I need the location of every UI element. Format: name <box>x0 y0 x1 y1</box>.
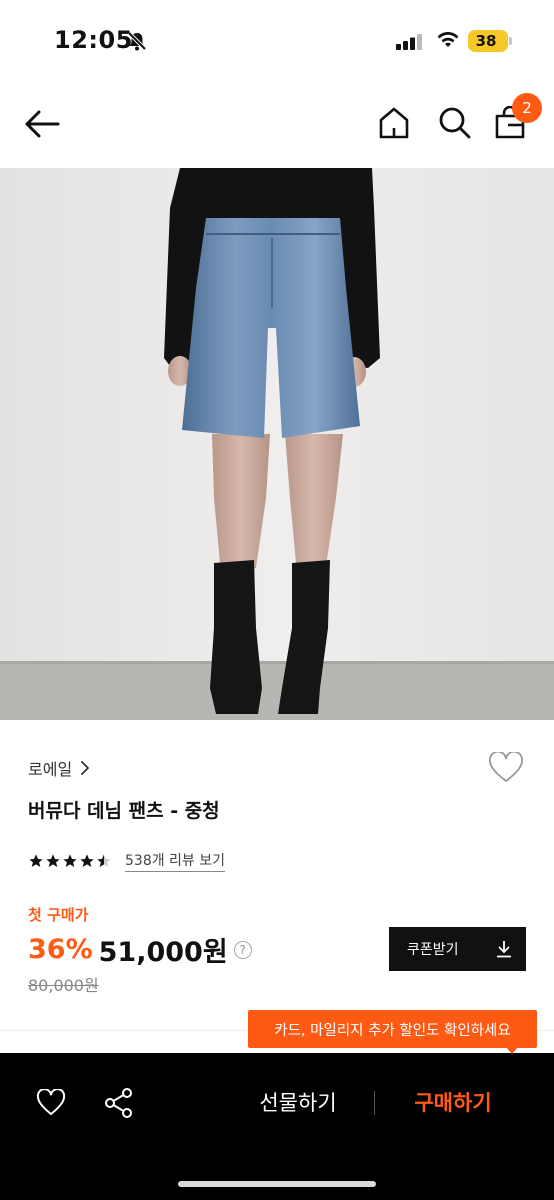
home-icon[interactable] <box>378 106 410 140</box>
cart-count-badge: 2 <box>512 93 542 123</box>
download-icon <box>497 941 511 958</box>
wishlist-heart-icon[interactable] <box>36 1089 66 1117</box>
discount-tooltip[interactable]: 카드, 마일리지 추가 할인도 확인하세요 <box>248 1010 537 1048</box>
sale-price: 51,000원 <box>98 937 228 968</box>
star-full-icon <box>46 854 60 867</box>
bottom-action-bar: 선물하기 구매하기 <box>0 1053 554 1200</box>
chevron-right-icon <box>81 761 90 775</box>
battery-level: 38 <box>475 32 497 50</box>
question-circle-icon[interactable]: ? <box>233 940 252 959</box>
nav-header: 2 <box>0 80 554 168</box>
coupon-button[interactable]: 쿠폰받기 <box>389 927 526 971</box>
product-photo-illustration <box>0 168 554 720</box>
star-full-icon <box>29 854 43 867</box>
tooltip-text: 카드, 마일리지 추가 할인도 확인하세요 <box>274 1022 511 1039</box>
brand-link[interactable]: 로에일 <box>28 756 90 780</box>
wifi-icon <box>437 32 459 47</box>
product-image[interactable] <box>0 168 554 720</box>
star-full-icon <box>80 854 94 867</box>
status-bar: 12:05 38 <box>0 0 554 80</box>
price-row: 36% 51,000원 ? <box>28 930 252 969</box>
original-price: 80,000원 <box>28 976 99 995</box>
share-icon[interactable] <box>104 1087 134 1119</box>
signal-icon <box>396 34 422 50</box>
gift-button[interactable]: 선물하기 <box>246 1083 350 1123</box>
home-indicator[interactable] <box>178 1181 376 1187</box>
star-full-icon <box>63 854 77 867</box>
back-arrow-icon[interactable] <box>24 108 60 140</box>
rating-row: 538개 리뷰 보기 <box>28 850 226 872</box>
wishlist-heart-icon[interactable] <box>488 752 524 784</box>
bell-muted-icon <box>127 31 147 51</box>
review-link[interactable]: 538개 리뷰 보기 <box>125 850 226 872</box>
button-separator <box>374 1091 375 1115</box>
coupon-button-label: 쿠폰받기 <box>407 942 459 958</box>
status-time: 12:05 <box>54 26 133 54</box>
tooltip-arrow <box>505 1046 519 1054</box>
discount-rate: 36% <box>28 934 93 965</box>
rating-stars <box>28 853 113 869</box>
search-icon[interactable] <box>438 106 472 140</box>
product-title: 버뮤다 데님 팬츠 - 중청 <box>28 800 220 822</box>
first-purchase-label: 첫 구매가 <box>28 906 89 924</box>
star-half-icon <box>97 854 111 867</box>
battery-cap <box>509 37 512 45</box>
buy-button[interactable]: 구매하기 <box>400 1083 506 1123</box>
brand-name: 로에일 <box>28 760 73 779</box>
battery-icon: 38 <box>468 30 508 52</box>
